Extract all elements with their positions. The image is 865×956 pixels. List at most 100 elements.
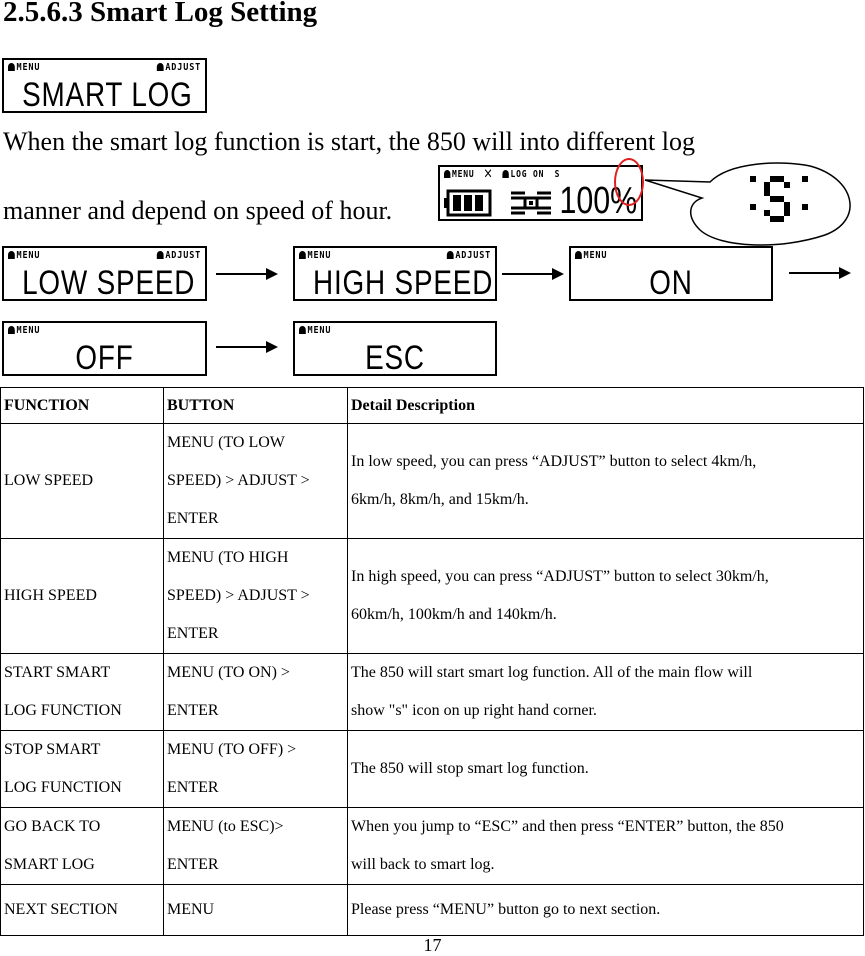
header-button: BUTTON	[163, 387, 348, 424]
cell-line: STOP SMART	[4, 741, 101, 758]
header-detail: Detail Description	[347, 387, 864, 424]
menu-label-text: MENU	[16, 62, 41, 73]
lcd-high-speed-screen: MENU ADJUST HIGH SPEED	[293, 246, 497, 301]
function-table: FUNCTION BUTTON Detail Description LOW S…	[0, 387, 864, 936]
bell-icon	[502, 170, 509, 178]
cell-line: When you jump to “ESC” and then press “E…	[351, 818, 784, 835]
table-header-row: FUNCTION BUTTON Detail Description	[0, 387, 864, 424]
cell-line: MENU (TO OFF) >	[167, 741, 297, 758]
cell-line: 6km/h, 8km/h, and 15km/h.	[351, 491, 529, 508]
log-on-label: LOG ON	[510, 169, 545, 180]
cell-function: NEXT SECTION	[0, 884, 164, 936]
bell-icon	[8, 251, 15, 259]
lcd-menu-label: MENU	[299, 250, 331, 261]
cell-line: MENU (TO LOW	[167, 434, 285, 451]
cell-line: SPEED) > ADJUST >	[167, 587, 310, 604]
cell-line: LOG FUNCTION	[4, 702, 122, 719]
bell-icon	[156, 251, 164, 259]
lcd-status-screen: MENU ⨉ LOG ON S 100%	[438, 165, 643, 221]
adjust-label-text: ADJUST	[165, 62, 201, 73]
lcd-main-text: OFF	[75, 339, 134, 377]
lcd-menu-label: MENU	[575, 250, 607, 261]
menu-label-text: MENU	[16, 250, 41, 261]
cell-line: MENU (TO ON) >	[167, 664, 290, 681]
menu-label-text: MENU	[583, 250, 608, 261]
cell-line: HIGH SPEED	[4, 587, 97, 604]
cell-line: 60km/h, 100km/h and 140km/h.	[351, 606, 557, 623]
adjust-label-text: ADJUST	[165, 250, 201, 261]
bell-icon	[575, 251, 582, 259]
cell-line: LOW SPEED	[4, 472, 94, 489]
cell-detail: The 850 will stop smart log function.	[347, 730, 864, 808]
bell-icon	[156, 63, 164, 71]
cell-line: START SMART	[4, 664, 111, 681]
cell-line: Please press “MENU” button go to next se…	[351, 901, 661, 918]
bell-icon	[8, 63, 15, 71]
lcd-adjust-label: ADJUST	[156, 250, 201, 261]
cell-function: LOW SPEED	[0, 423, 164, 539]
lcd-main-text: LOW SPEED	[22, 264, 196, 302]
lcd-main-text: SMART LOG	[22, 76, 193, 114]
cell-line: will back to smart log.	[351, 856, 495, 873]
menu-label-text: MENU	[307, 325, 332, 336]
cell-line: ENTER	[167, 510, 219, 527]
lcd-low-speed-screen: MENU ADJUST LOW SPEED	[2, 246, 207, 301]
flow-arrow	[216, 268, 278, 280]
lcd-menu-label: MENU	[8, 325, 40, 336]
cell-line: SMART LOG	[4, 856, 95, 873]
cell-function: START SMART LOG FUNCTION	[0, 653, 164, 731]
callout-bubble	[644, 162, 851, 246]
lcd-menu-label: MENU	[299, 325, 331, 336]
cell-line: ENTER	[167, 625, 219, 642]
bell-icon	[299, 251, 306, 259]
lcd-menu-label: MENU	[8, 62, 40, 73]
cell-button: MENU (TO OFF) > ENTER	[163, 730, 348, 808]
flow-arrow	[789, 267, 851, 279]
table-row: HIGH SPEED MENU (TO HIGH SPEED) > ADJUST >…	[0, 538, 864, 654]
table-row: LOW SPEED MENU (TO LOW SPEED) > ADJUST > EN…	[0, 423, 864, 539]
menu-label-text: MENU	[307, 250, 332, 261]
section-heading: 2.5.6.3 Smart Log Setting	[3, 0, 318, 28]
cell-line: GO BACK TO	[4, 818, 101, 835]
cell-button: MENU (TO ON) > ENTER	[163, 653, 348, 731]
cell-line: MENU (TO HIGH	[167, 549, 289, 566]
adjust-label-text: ADJUST	[455, 250, 491, 261]
bell-icon	[299, 326, 306, 334]
lcd-on-screen: MENU ON	[569, 246, 773, 301]
bell-icon	[446, 251, 454, 259]
cell-line: ENTER	[167, 856, 219, 873]
lcd-main-text: ESC	[365, 339, 425, 377]
cell-function: GO BACK TO SMART LOG	[0, 807, 164, 885]
cell-detail: Please press “MENU” button go to next se…	[347, 884, 864, 936]
lcd-adjust-label: ADJUST	[156, 62, 201, 73]
intro-line-1: When the smart log function is start, th…	[3, 127, 695, 156]
table-row: STOP SMART LOG FUNCTION MENU (TO OFF) > ENT…	[0, 730, 864, 808]
lcd-main-text: ON	[649, 264, 693, 302]
cell-detail: In low speed, you can press “ADJUST” but…	[347, 423, 864, 539]
lcd-menu-label: MENU	[8, 250, 40, 261]
cell-line: MENU	[167, 901, 215, 918]
cell-line: MENU (to ESC)>	[167, 818, 284, 835]
bicycle-icon	[511, 191, 551, 215]
cell-button: MENU (TO LOW SPEED) > ADJUST > ENTER	[163, 423, 348, 539]
lcd-smart-log-screen: MENU ADJUST SMART LOG	[2, 58, 207, 113]
lcd-status-top-row: MENU ⨉ LOG ON S	[444, 169, 560, 180]
cell-line: In high speed, you can press “ADJUST” bu…	[351, 568, 769, 585]
lcd-esc-screen: MENU ESC	[293, 321, 497, 376]
cell-function: HIGH SPEED	[0, 538, 164, 654]
page-number: 17	[423, 935, 442, 955]
cell-button: MENU (TO HIGH SPEED) > ADJUST > ENTER	[163, 538, 348, 654]
lcd-adjust-label: ADJUST	[446, 250, 491, 261]
flow-arrow	[502, 268, 564, 280]
battery-full-icon	[444, 189, 492, 217]
cell-line: The 850 will start smart log function. A…	[351, 664, 753, 681]
table-row: START SMART LOG FUNCTION MENU (TO ON) > ENT…	[0, 653, 864, 731]
cell-detail: The 850 will start smart log function. A…	[347, 653, 864, 731]
cell-button: MENU	[163, 884, 348, 936]
cell-line: show "s" icon on up right hand corner.	[351, 702, 597, 719]
table-row: GO BACK TO SMART LOG MENU (to ESC)> ENTER Wh…	[0, 807, 864, 885]
cell-detail: When you jump to “ESC” and then press “E…	[347, 807, 864, 885]
cell-line: NEXT SECTION	[4, 901, 118, 918]
menu-label-text: MENU	[16, 325, 41, 336]
header-function: FUNCTION	[0, 387, 164, 424]
